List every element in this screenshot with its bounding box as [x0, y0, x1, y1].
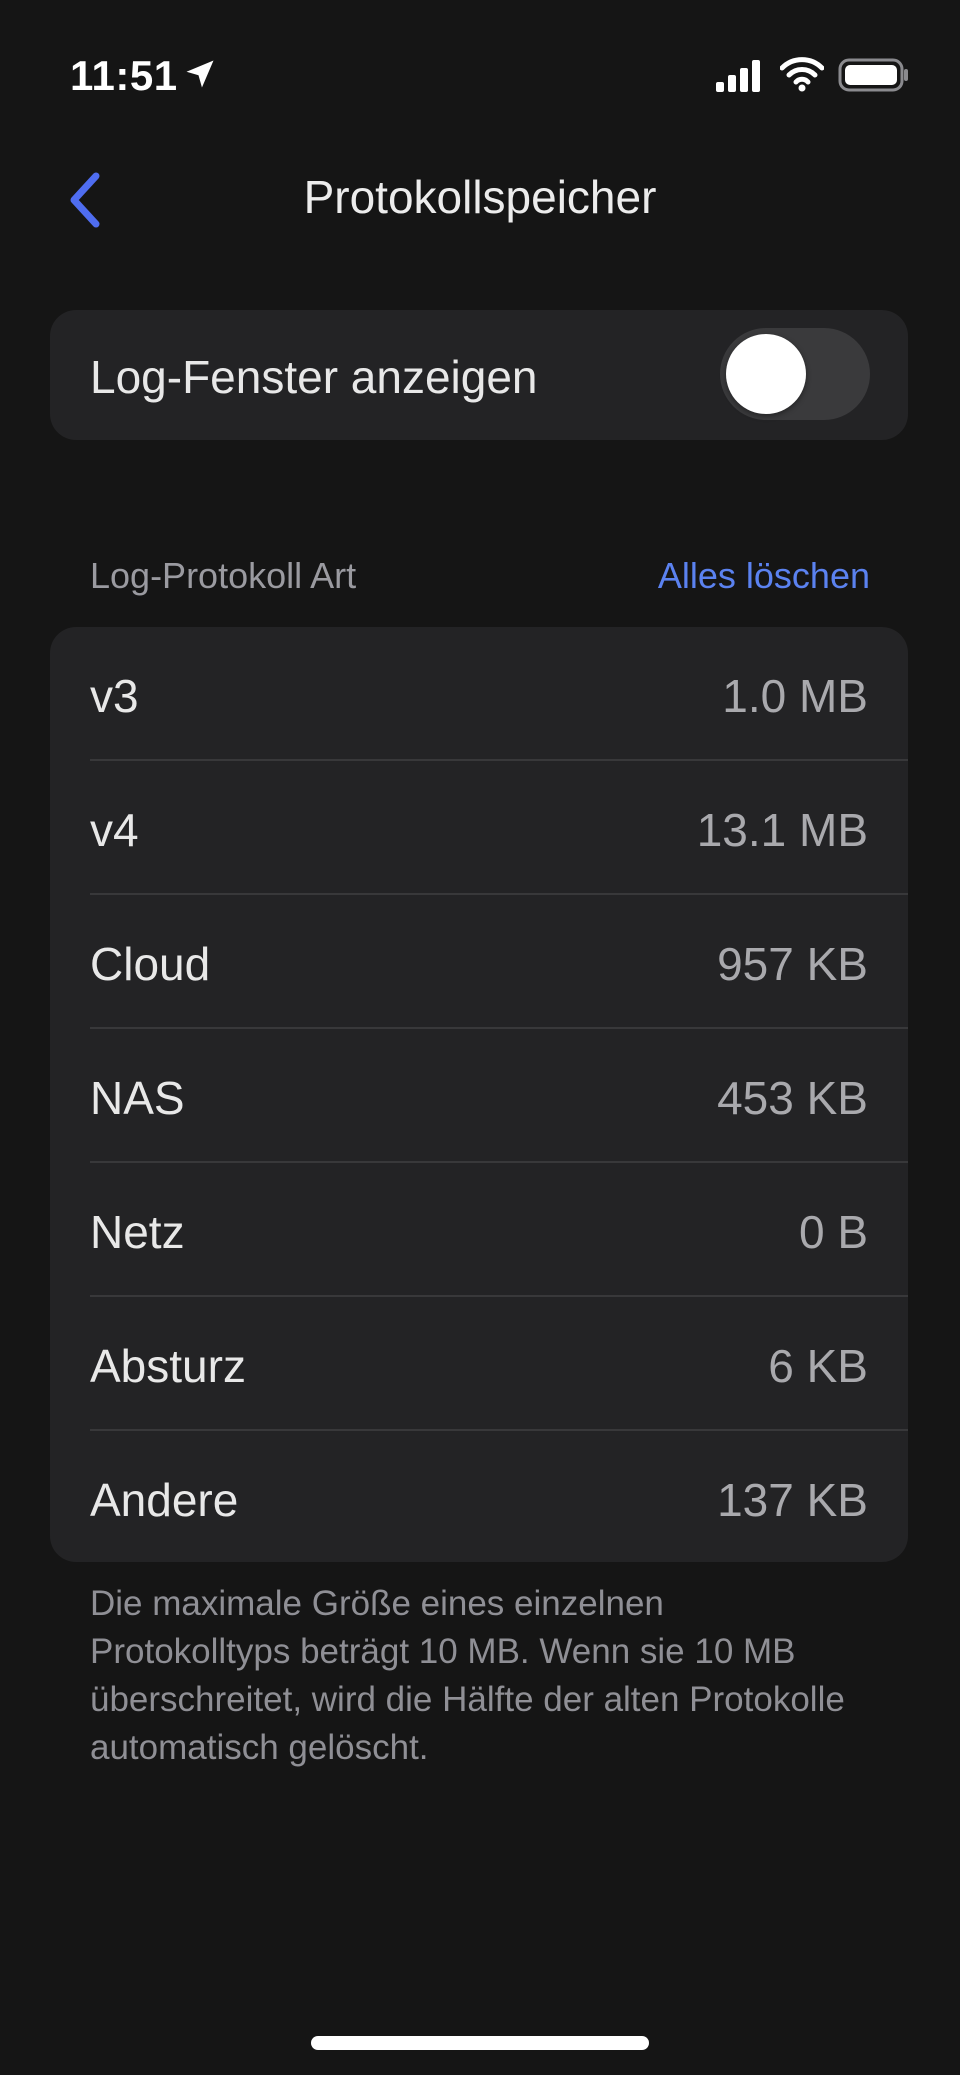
log-type-size: 453 KB — [717, 1072, 868, 1124]
status-bar: 11:51 — [0, 0, 960, 150]
log-type-list: v3 1.0 MB v4 13.1 MB Cloud 957 KB NAS 45… — [50, 627, 908, 1562]
log-type-label: v3 — [90, 670, 139, 722]
log-type-size: 137 KB — [717, 1474, 868, 1526]
log-type-label: Andere — [90, 1474, 239, 1526]
section-header: Log-Protokoll Art — [90, 555, 357, 596]
log-window-setting: Log-Fenster anzeigen — [50, 310, 908, 440]
page-title: Protokollspeicher — [303, 171, 657, 223]
log-type-label: Absturz — [90, 1340, 246, 1392]
clear-all-button[interactable]: Alles löschen — [658, 555, 870, 597]
location-arrow-icon — [186, 60, 214, 88]
log-type-label: Cloud — [90, 938, 211, 990]
list-item[interactable]: Andere 137 KB — [50, 1431, 908, 1565]
log-window-toggle[interactable] — [720, 328, 870, 420]
list-item[interactable]: Absturz 6 KB — [50, 1297, 908, 1431]
log-type-label: v4 — [90, 804, 139, 856]
log-type-label: NAS — [90, 1072, 185, 1124]
log-window-label: Log-Fenster anzeigen — [90, 351, 538, 403]
log-type-size: 1.0 MB — [722, 670, 868, 722]
list-item[interactable]: Netz 0 B — [50, 1163, 908, 1297]
home-indicator[interactable] — [311, 2036, 649, 2050]
list-item[interactable]: Cloud 957 KB — [50, 895, 908, 1029]
list-item[interactable]: NAS 453 KB — [50, 1029, 908, 1163]
list-item[interactable]: v3 1.0 MB — [50, 627, 908, 761]
status-time: 11:51 — [70, 52, 178, 99]
footnote: Die maximale Größe eines einzelnen Proto… — [90, 1584, 845, 1767]
log-type-size: 957 KB — [717, 938, 868, 990]
log-type-size: 0 B — [798, 1206, 868, 1258]
battery-icon — [838, 58, 908, 92]
log-type-size: 13.1 MB — [696, 804, 868, 856]
toggle-knob — [726, 334, 806, 414]
navigation-bar: Protokollspeicher — [0, 150, 960, 250]
cellular-signal-icon — [716, 60, 760, 92]
wifi-icon — [780, 57, 824, 92]
list-item[interactable]: v4 13.1 MB — [50, 761, 908, 895]
log-type-size: 6 KB — [768, 1340, 868, 1392]
log-type-label: Netz — [90, 1206, 185, 1258]
